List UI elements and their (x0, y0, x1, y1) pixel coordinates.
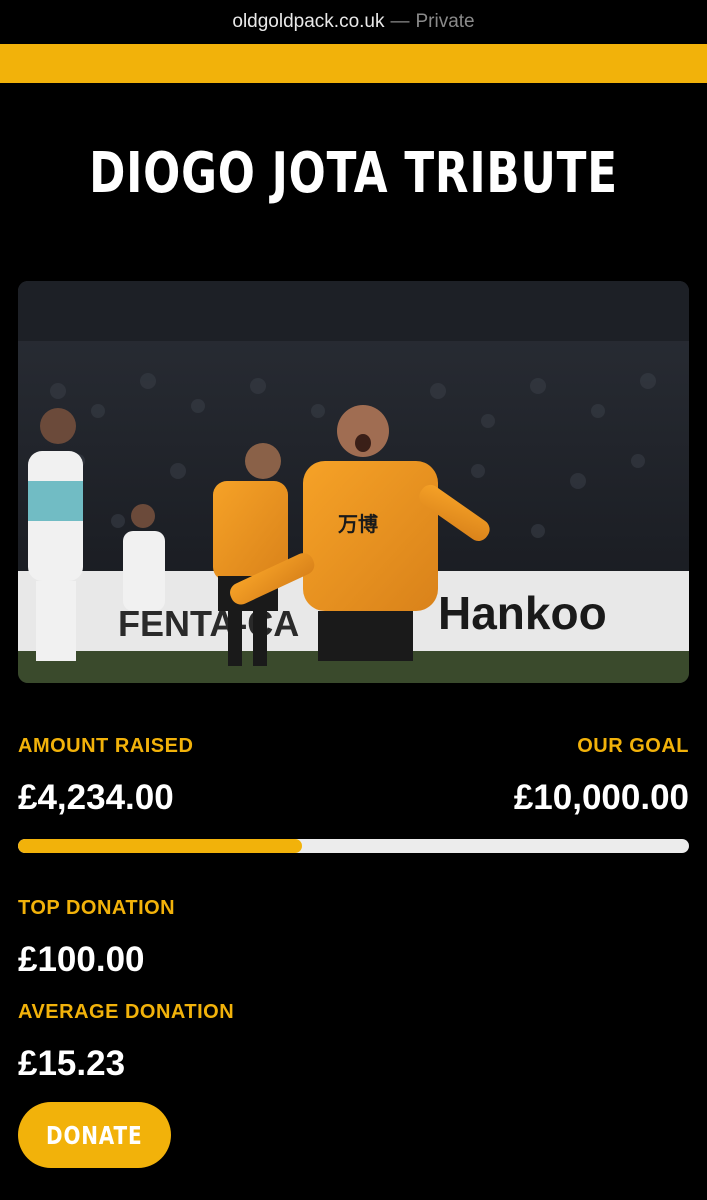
top-donation-value: £100.00 (18, 940, 145, 979)
goal-value: £10,000.00 (513, 778, 689, 817)
page-title: DIOGO JOTA TRIBUTE (89, 141, 618, 206)
donate-button-label: DONATE (46, 1120, 143, 1150)
goal-label: OUR GOAL (577, 735, 689, 757)
svg-text:Hankoo: Hankoo (438, 587, 607, 639)
url-host: oldgoldpack.co.uk (232, 11, 385, 32)
browser-url-bar[interactable]: oldgoldpack.co.uk — Private (0, 0, 707, 44)
hero-photo-illustration: Hankoo FENTA-CA 万博 (18, 281, 689, 683)
fundraising-progress-bar (18, 839, 689, 853)
donate-button[interactable]: DONATE (18, 1102, 171, 1168)
url-separator: — (390, 11, 410, 32)
header-accent-bar (0, 44, 707, 83)
amount-raised-block: AMOUNT RAISED £4,234.00 (18, 735, 193, 818)
average-donation-value: £15.23 (18, 1044, 126, 1083)
svg-text:万博: 万博 (337, 512, 378, 536)
funds-row: AMOUNT RAISED £4,234.00 OUR GOAL £10,000… (18, 735, 689, 818)
average-donation-block: AVERAGE DONATION £15.23 (18, 1001, 689, 1084)
amount-raised-value: £4,234.00 (18, 778, 174, 817)
top-donation-block: TOP DONATION £100.00 (18, 897, 689, 980)
hero-photo: Hankoo FENTA-CA 万博 (18, 281, 689, 683)
goal-block: OUR GOAL £10,000.00 (514, 735, 689, 818)
average-donation-label: AVERAGE DONATION (18, 1001, 235, 1023)
private-mode-label: Private (415, 11, 475, 32)
top-donation-label: TOP DONATION (18, 897, 176, 919)
amount-raised-label: AMOUNT RAISED (18, 735, 194, 757)
fundraising-progress-fill (18, 839, 303, 853)
